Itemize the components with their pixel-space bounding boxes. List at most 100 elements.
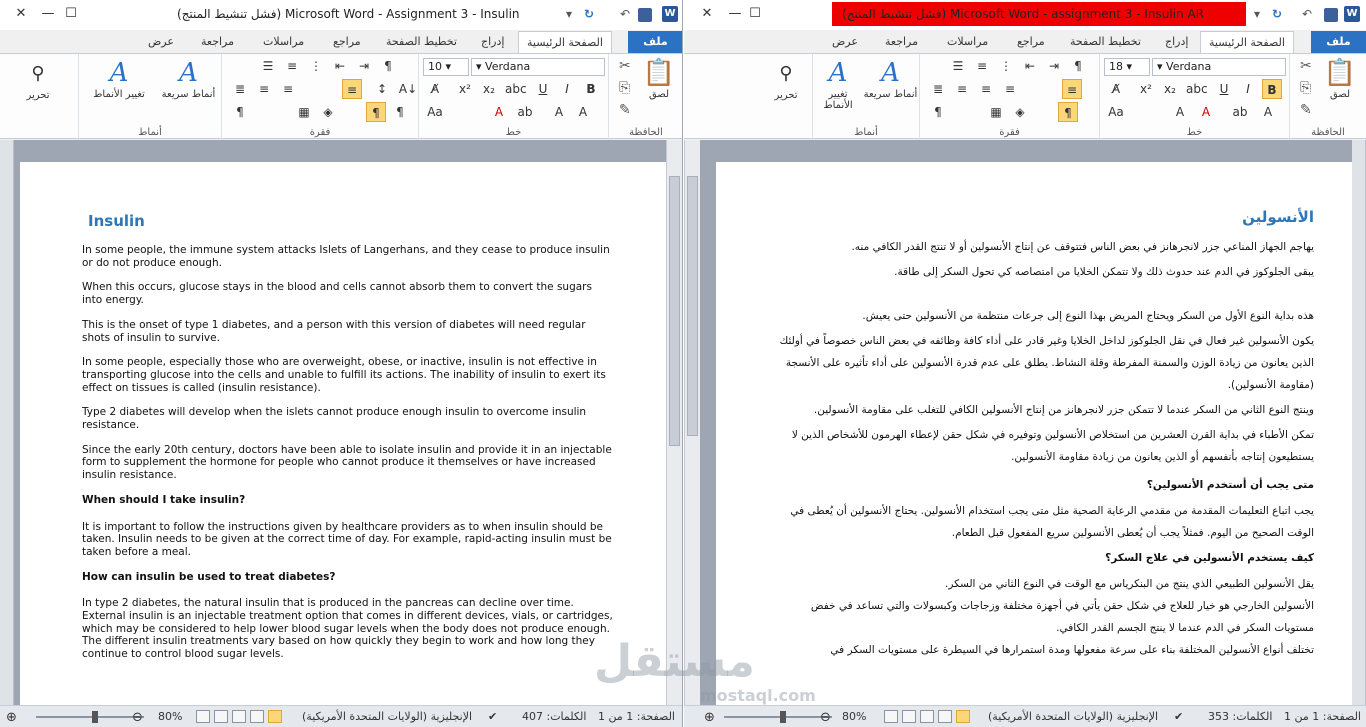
underline-icon[interactable]: U — [533, 79, 553, 99]
shading-icon[interactable]: ◈ — [1010, 102, 1030, 122]
zoom-in-icon[interactable]: ⊕ — [704, 710, 715, 725]
increase-indent-icon[interactable]: ⇥ — [1044, 56, 1064, 76]
align-justify-active-icon[interactable]: ≡ — [1062, 79, 1082, 99]
copy-icon[interactable]: ⎘ — [1300, 80, 1311, 96]
minimize-icon[interactable]: — — [724, 4, 746, 24]
outline-view-icon[interactable] — [902, 710, 916, 723]
clear-format-icon[interactable]: A̸ — [425, 79, 445, 99]
outline-view-icon[interactable] — [214, 710, 228, 723]
zoom-level[interactable]: 80% — [842, 710, 866, 723]
ltr-icon[interactable]: ¶ — [378, 56, 398, 76]
change-styles-button[interactable]: A تغيير الأنماط — [813, 57, 863, 111]
rtl-icon[interactable]: ¶ — [1058, 102, 1078, 122]
proofing-icon[interactable]: ✔ — [488, 710, 497, 723]
font-size-combo[interactable]: 10 ▾ — [423, 58, 469, 76]
page-count[interactable]: الصفحة: 1 من 1 — [1284, 710, 1361, 723]
save-icon[interactable] — [1324, 5, 1338, 23]
tab-references[interactable]: مراجع — [1009, 30, 1053, 53]
zoom-level[interactable]: 80% — [158, 710, 182, 723]
numbering-icon[interactable]: ≡ — [972, 56, 992, 76]
decrease-indent-icon[interactable]: ⇤ — [1020, 56, 1040, 76]
editing-button[interactable]: ⚲ تحرير — [18, 58, 58, 101]
shrink-font-icon[interactable]: A — [549, 102, 569, 122]
ltr-direction-icon[interactable]: ¶ — [390, 102, 410, 122]
borders-icon[interactable]: ▦ — [986, 102, 1006, 122]
quick-styles-button[interactable]: A أنماط سريعة — [161, 57, 216, 100]
align-center-icon[interactable]: ≡ — [976, 79, 996, 99]
page-count[interactable]: الصفحة: 1 من 1 — [598, 710, 675, 723]
decrease-indent-icon[interactable]: ⇤ — [330, 56, 350, 76]
language-status[interactable]: الإنجليزية (الولايات المتحدة الأمريكية) — [302, 710, 472, 723]
align-center-icon[interactable]: ≡ — [278, 79, 298, 99]
draft-view-icon[interactable] — [884, 710, 898, 723]
document-page[interactable]: الأنسولين يهاجم الجهاز المناعي جزر لانجر… — [716, 162, 1352, 705]
clear-format-icon[interactable]: A̸ — [1106, 79, 1126, 99]
shading-icon[interactable]: ◈ — [318, 102, 338, 122]
font-name-combo[interactable]: ▾ Verdana — [1152, 58, 1286, 76]
undo-icon[interactable]: ↶ — [620, 5, 630, 23]
borders-icon[interactable]: ▦ — [294, 102, 314, 122]
qat-dropdown-icon[interactable]: ▾ — [1254, 5, 1260, 23]
minimize-icon[interactable]: — — [37, 4, 59, 24]
tab-mailings[interactable]: مراسلات — [255, 30, 312, 53]
increase-indent-icon[interactable]: ⇥ — [354, 56, 374, 76]
align-left-icon[interactable]: ≡ — [342, 79, 362, 99]
bullets-icon[interactable]: ☰ — [948, 56, 968, 76]
strikethrough-icon[interactable]: abc — [505, 79, 527, 99]
subscript-icon[interactable]: x₂ — [1160, 79, 1180, 99]
tab-insert[interactable]: إدراج — [1157, 30, 1196, 53]
word-count[interactable]: الكلمات: 407 — [522, 710, 586, 723]
web-layout-icon[interactable] — [232, 710, 246, 723]
tab-mailings[interactable]: مراسلات — [939, 30, 996, 53]
zoom-slider[interactable] — [36, 716, 144, 718]
print-layout-icon[interactable] — [956, 710, 970, 723]
align-right-icon[interactable]: ≡ — [254, 79, 274, 99]
superscript-icon[interactable]: x² — [455, 79, 475, 99]
tab-references[interactable]: مراجع — [325, 30, 369, 53]
web-layout-icon[interactable] — [920, 710, 934, 723]
tab-file[interactable]: ملف — [1311, 31, 1366, 53]
grow-font-icon[interactable]: A — [1258, 102, 1278, 122]
superscript-icon[interactable]: x² — [1136, 79, 1156, 99]
highlight-icon[interactable]: ab — [1230, 102, 1250, 122]
document-page[interactable]: Insulin In some people, the immune syste… — [20, 162, 675, 705]
show-marks-icon[interactable]: ¶ — [928, 102, 948, 122]
ltr-icon[interactable]: ¶ — [1068, 56, 1088, 76]
tab-home[interactable]: الصفحة الرئيسية — [518, 31, 612, 54]
zoom-slider-knob[interactable] — [780, 711, 786, 723]
undo-icon[interactable]: ↶ — [1302, 5, 1312, 23]
qat-dropdown-icon[interactable]: ▾ — [566, 5, 572, 23]
word-count[interactable]: الكلمات: 353 — [1208, 710, 1272, 723]
close-icon[interactable]: ✕ — [10, 4, 32, 24]
italic-icon[interactable]: I — [557, 79, 577, 99]
tab-view[interactable]: عرض — [140, 30, 182, 53]
zoom-slider-knob[interactable] — [92, 711, 98, 723]
scroll-thumb[interactable] — [687, 176, 698, 436]
quick-styles-button[interactable]: A أنماط سريعة — [863, 57, 918, 100]
zoom-out-icon[interactable]: ⊖ — [132, 710, 143, 725]
align-left-icon[interactable]: ≡ — [1000, 79, 1020, 99]
font-color-icon[interactable]: A — [489, 102, 509, 122]
justify-icon[interactable]: ≣ — [928, 79, 948, 99]
rtl-icon[interactable]: ¶ — [366, 102, 386, 122]
multilevel-icon[interactable]: ⋮ — [306, 56, 326, 76]
strikethrough-icon[interactable]: abc — [1186, 79, 1208, 99]
grow-font-icon[interactable]: A — [573, 102, 593, 122]
reading-view-icon[interactable] — [250, 710, 264, 723]
underline-icon[interactable]: U — [1214, 79, 1234, 99]
tab-insert[interactable]: إدراج — [473, 30, 512, 53]
show-marks-icon[interactable]: ¶ — [230, 102, 250, 122]
zoom-in-icon[interactable]: ⊕ — [6, 710, 17, 725]
italic-icon[interactable]: I — [1238, 79, 1258, 99]
redo-icon[interactable]: ↻ — [1272, 5, 1282, 23]
paste-button[interactable]: 📋 لصق — [1320, 57, 1360, 100]
font-size-combo[interactable]: 18 ▾ — [1104, 58, 1150, 76]
numbering-icon[interactable]: ≡ — [282, 56, 302, 76]
bullets-icon[interactable]: ☰ — [258, 56, 278, 76]
tab-view[interactable]: عرض — [824, 30, 866, 53]
maximize-icon[interactable]: ☐ — [744, 4, 766, 24]
bold-icon[interactable]: B — [581, 79, 601, 99]
cut-icon[interactable]: ✂ — [619, 58, 631, 74]
save-icon[interactable] — [638, 5, 652, 23]
draft-view-icon[interactable] — [196, 710, 210, 723]
